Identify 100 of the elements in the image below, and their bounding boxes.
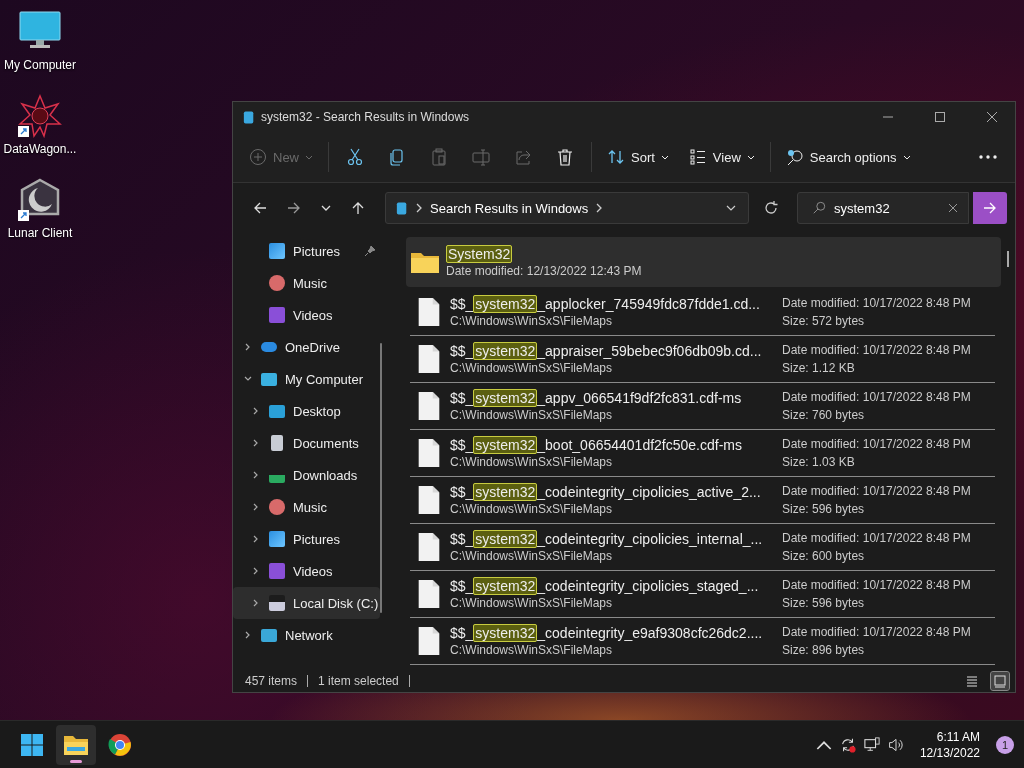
window-title: system32 - Search Results in Windows	[261, 110, 470, 124]
caret-icon	[746, 154, 755, 160]
sidebar-item[interactable]: My Computer	[233, 363, 380, 395]
address-bar[interactable]: Search Results in Windows	[385, 192, 749, 224]
desktop-icon-label[interactable]: Lunar Client	[7, 226, 73, 240]
clock-time[interactable]: 6:11 AM	[936, 729, 980, 744]
view-button[interactable]: View	[678, 140, 765, 174]
file-path: C:\Windows\WinSxS\FileMaps	[450, 502, 614, 516]
network-icon[interactable]	[863, 736, 880, 753]
copy-icon	[388, 148, 406, 166]
file-size: Size: 1.12 KB	[782, 361, 856, 375]
tiles-view-button[interactable]	[991, 672, 1009, 690]
scrollbar[interactable]	[1007, 251, 1009, 267]
pin-icon[interactable]	[364, 245, 376, 257]
sync-icon[interactable]	[839, 736, 856, 753]
file-name: $$_system32_boot_06654401df2fc50e.cdf-ms	[450, 437, 743, 453]
selection-count: 1 item selected	[318, 674, 399, 688]
file-name: System32	[446, 246, 514, 262]
clear-icon[interactable]	[948, 203, 958, 213]
sidebar-item[interactable]: OneDrive	[233, 331, 380, 363]
file-path: C:\Windows\WinSxS\FileMaps	[450, 596, 614, 610]
app-icon	[243, 109, 255, 125]
sidebar-item[interactable]: Videos	[233, 555, 380, 587]
pictures-icon	[269, 243, 285, 259]
video-icon	[269, 307, 285, 323]
active-indicator	[70, 759, 82, 763]
breadcrumb[interactable]: Search Results in Windows	[430, 200, 589, 216]
file-name: $$_system32_codeintegrity_cipolicies_active_2...	[450, 484, 762, 500]
result-row[interactable]: $$_system32_applocker_745949fdc87fdde1.cd... C:\Windows\WinSxS\FileMaps Date modified: 10/17/2022 8:48 PM Size: 572 bytes	[410, 289, 995, 336]
sidebar-item[interactable]: Downloads	[233, 459, 380, 491]
result-row[interactable]: $$_system32_appv_066541f9df2fc831.cdf-ms C:\Windows\WinSxS\FileMaps Date modified: 10/17/2022 8:48 PM Size: 760 bytes	[410, 383, 995, 430]
more-icon	[979, 155, 997, 159]
notification-badge[interactable]: 1	[996, 735, 1014, 754]
sidebar-item[interactable]: Pictures	[233, 235, 380, 267]
music-icon	[269, 499, 285, 515]
desktop-icon-label[interactable]: My Computer	[4, 58, 76, 72]
date-modified: Date modified: 12/13/2022 12:43 PM	[446, 264, 643, 278]
search-icon	[812, 201, 826, 215]
file-size: Size: 760 bytes	[782, 408, 866, 422]
monitor-icon	[261, 372, 277, 386]
date-modified: Date modified: 10/17/2022 8:48 PM	[782, 531, 971, 545]
result-row[interactable]: $$_system32_codeintegrity_cipolicies_internal_... C:\Windows\WinSxS\FileMaps Date modified: 10/17/2022 8:48 PM Size: 600 bytes	[410, 524, 995, 571]
desktop-icon-label[interactable]: DataWagon...	[3, 142, 77, 156]
result-row[interactable]: System32 Date modified: 12/13/2022 12:43 PM	[406, 237, 1001, 287]
result-row[interactable]: $$_system32_codeintegrity_e9af9308cfc26dc2.... C:\Windows\WinSxS\FileMaps Date modified: 10/17/2022 8:48 PM Size: 896 bytes	[410, 618, 995, 665]
plus-circle-icon	[249, 148, 267, 166]
date-modified: Date modified: 10/17/2022 8:48 PM	[782, 484, 971, 498]
go-button[interactable]	[973, 192, 1007, 224]
file-name: $$_system32_applocker_745949fdc87fdde1.cd...	[450, 296, 761, 312]
result-row[interactable]: $$_system32_boot_06654401df2fc50e.cdf-ms C:\Windows\WinSxS\FileMaps Date modified: 10/17/2022 8:48 PM Size: 1.03 KB	[410, 430, 995, 477]
date-modified: Date modified: 10/17/2022 8:48 PM	[782, 296, 971, 310]
video-icon	[269, 563, 285, 579]
date-modified: Date modified: 10/17/2022 8:48 PM	[782, 343, 971, 357]
sidebar-item[interactable]: Music	[233, 491, 380, 523]
browser-icon	[108, 732, 132, 757]
file-size: Size: 596 bytes	[782, 596, 866, 610]
sidebar-item[interactable]: Videos	[233, 299, 380, 331]
list-icon	[965, 674, 979, 688]
result-row[interactable]: $$_system32_appraiser_59bebec9f06db09b.cd... C:\Windows\WinSxS\FileMaps Date modified: 10/17/2022 8:48 PM Size: 1.12 KB	[410, 336, 995, 383]
sort-arrows-icon	[607, 148, 625, 166]
result-row[interactable]: $$_system32_codeintegrity_cipolicies_staged_... C:\Windows\WinSxS\FileMaps Date modified: 10/17/2022 8:48 PM Size: 596 bytes	[410, 571, 995, 618]
sidebar-item[interactable]: Desktop	[233, 395, 380, 427]
file-size: Size: 572 bytes	[782, 314, 866, 328]
scrollbar[interactable]	[380, 343, 382, 613]
sidebar-item[interactable]: Network	[233, 619, 380, 651]
date-modified: Date modified: 10/17/2022 8:48 PM	[782, 390, 971, 404]
volume-icon[interactable]	[887, 736, 904, 753]
file-path: C:\Windows\WinSxS\FileMaps	[450, 314, 614, 328]
moon-icon[interactable]	[18, 178, 62, 222]
search-box[interactable]: system32	[797, 192, 969, 224]
sidebar-item[interactable]: Local Disk (C:)	[233, 587, 380, 619]
list-icon	[688, 148, 707, 166]
folder-taskbar-button[interactable]	[56, 724, 96, 765]
sidebar-item[interactable]: Music	[233, 267, 380, 299]
cloud-icon	[261, 342, 277, 352]
star-icon[interactable]	[18, 94, 62, 138]
drive-icon	[269, 595, 285, 611]
file-size: Size: 600 bytes	[782, 549, 866, 563]
sidebar-item[interactable]: Documents	[233, 427, 380, 459]
search-input[interactable]: system32	[834, 200, 940, 216]
file-name: $$_system32_codeintegrity_e9af9308cfc26dc2....	[450, 625, 764, 641]
sort-button[interactable]: Sort	[597, 140, 679, 174]
pictures-icon	[269, 531, 285, 547]
caret-icon	[902, 154, 911, 160]
rename-icon	[472, 148, 490, 166]
tiles-icon	[993, 674, 1007, 688]
sidebar-item[interactable]: Pictures	[233, 523, 380, 555]
date-modified: Date modified: 10/17/2022 8:48 PM	[782, 625, 971, 639]
chevron-right-icon[interactable]	[596, 203, 603, 213]
chevron-right-icon[interactable]	[416, 203, 422, 213]
file-path: C:\Windows\WinSxS\FileMaps	[450, 549, 614, 563]
result-row[interactable]: $$_system32_codeintegrity_cipolicies_active_2... C:\Windows\WinSxS\FileMaps Date modified: 10/17/2022 8:48 PM Size: 596 bytes	[410, 477, 995, 524]
search-options-button[interactable]: Search options	[775, 140, 921, 174]
file-path: C:\Windows\WinSxS\FileMaps	[450, 408, 614, 422]
clock-date[interactable]: 12/13/2022	[919, 745, 980, 760]
date-modified: Date modified: 10/17/2022 8:48 PM	[782, 437, 971, 451]
caret-icon	[305, 154, 313, 160]
search-icon	[785, 148, 804, 166]
chevron-down-icon[interactable]	[726, 205, 736, 211]
caret-icon	[660, 154, 669, 160]
